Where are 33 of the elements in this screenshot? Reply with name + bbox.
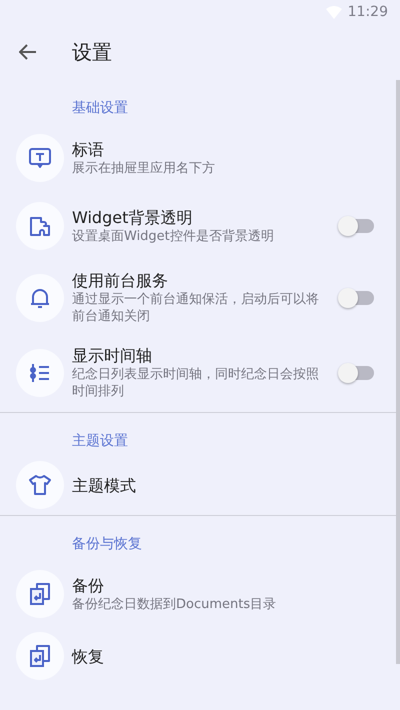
settings-item[interactable]: 主题模式	[0, 457, 400, 513]
item-title: Widget背景透明	[72, 207, 194, 228]
item-title: 主题模式	[72, 474, 137, 496]
item-title: 标语	[72, 139, 105, 160]
item-description: 通过显示一个前台通知保活，启动后可以将前台通知关闭	[72, 291, 320, 325]
settings-item[interactable]: 备份 备份纪念日数据到Documents目录	[0, 560, 400, 628]
documents-icon	[28, 644, 52, 668]
settings-item[interactable]: 显示时间轴 纪念日列表显示时间轴，同时纪念日会按照时间排列	[0, 335, 400, 410]
settings-item[interactable]: 标语 展示在抽屉里应用名下方	[0, 124, 400, 192]
item-description: 展示在抽屉里应用名下方	[72, 160, 216, 177]
toggle-switch[interactable]	[340, 290, 374, 304]
puzzle-icon	[28, 214, 52, 238]
section-header: 主题设置	[71, 432, 129, 451]
page-title: 设置	[72, 38, 112, 66]
status-time: 11:29	[348, 4, 388, 20]
documents-icon	[28, 582, 52, 606]
settings-item[interactable]: Widget背景透明 设置桌面Widget控件是否背景透明	[0, 192, 400, 260]
item-title: 使用前台服务	[72, 270, 169, 291]
back-icon[interactable]	[19, 44, 37, 60]
item-title: 显示时间轴	[72, 345, 153, 366]
section-header: 备份与恢复	[71, 535, 143, 554]
item-title: 恢复	[72, 646, 105, 666]
settings-item[interactable]: 恢复	[0, 628, 400, 684]
item-description: 备份纪念日数据到Documents目录	[72, 596, 278, 613]
shirt-icon	[28, 473, 52, 497]
item-description: 设置桌面Widget控件是否背景透明	[72, 228, 275, 245]
item-description: 纪念日列表显示时间轴，同时纪念日会按照时间排列	[72, 366, 320, 400]
text-bubble-icon	[28, 146, 52, 170]
section-header: 基础设置	[71, 99, 129, 118]
settings-item[interactable]: 使用前台服务 通过显示一个前台通知保活，启动后可以将前台通知关闭	[0, 260, 400, 335]
toggle-switch[interactable]	[340, 219, 374, 233]
toggle-switch[interactable]	[340, 366, 374, 380]
item-title: 备份	[72, 575, 105, 596]
